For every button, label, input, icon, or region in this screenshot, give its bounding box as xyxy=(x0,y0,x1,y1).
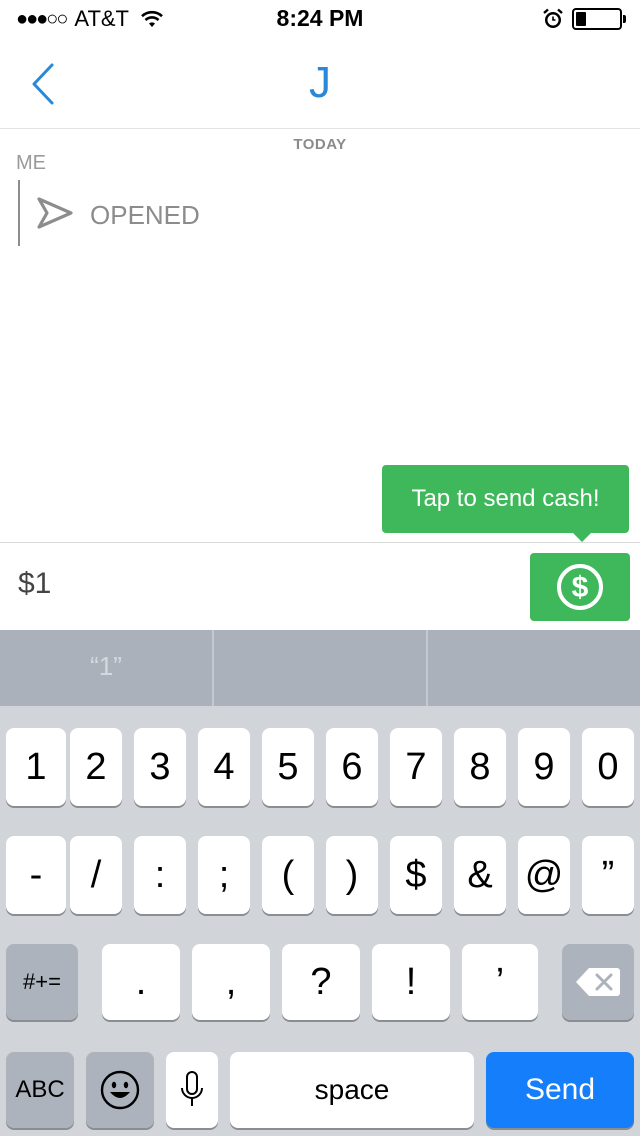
date-divider: TODAY xyxy=(293,136,347,153)
key-ampersand[interactable]: & xyxy=(454,836,506,914)
key-6[interactable]: 6 xyxy=(326,728,378,806)
dictation-key[interactable] xyxy=(166,1052,218,1128)
dollar-circle-icon: $ xyxy=(557,564,603,610)
key-exclamation[interactable]: ! xyxy=(372,944,450,1020)
key-3[interactable]: 3 xyxy=(134,728,186,806)
send-cash-button[interactable]: $ xyxy=(530,553,630,621)
key-1[interactable]: 1 xyxy=(6,728,66,806)
delete-key[interactable] xyxy=(562,944,634,1020)
status-bar: ●●●○○ AT&T 8:24 PM xyxy=(0,0,640,40)
sender-label: ME xyxy=(16,152,46,174)
key-close-paren[interactable]: ) xyxy=(326,836,378,914)
key-colon[interactable]: : xyxy=(134,836,186,914)
backspace-icon xyxy=(576,968,620,996)
conversation-title[interactable]: J xyxy=(0,58,640,108)
suggestion-bar: “1” xyxy=(0,630,640,706)
key-apostrophe[interactable]: ’ xyxy=(462,944,538,1020)
key-dollar[interactable]: $ xyxy=(390,836,442,914)
key-5[interactable]: 5 xyxy=(262,728,314,806)
key-comma[interactable]: , xyxy=(192,944,270,1020)
key-question[interactable]: ? xyxy=(282,944,360,1020)
keys-area: 1 2 3 4 5 6 7 8 9 0 - / : ; ( ) $ & @ ” … xyxy=(0,706,640,1136)
suggestion-1[interactable]: “1” xyxy=(0,630,212,706)
key-2[interactable]: 2 xyxy=(70,728,122,806)
keyboard: “1” 1 2 3 4 5 6 7 8 9 0 - / : ; ( ) $ & … xyxy=(0,630,640,1136)
message-indicator-bar xyxy=(18,180,20,246)
key-4[interactable]: 4 xyxy=(198,728,250,806)
key-slash[interactable]: / xyxy=(70,836,122,914)
suggestion-3[interactable] xyxy=(428,630,640,706)
status-right xyxy=(542,8,626,30)
nav-header: J xyxy=(0,40,640,129)
key-semicolon[interactable]: ; xyxy=(198,836,250,914)
symbols-switch-key[interactable]: #+= xyxy=(6,944,78,1020)
message-status: OPENED xyxy=(90,200,200,230)
key-at[interactable]: @ xyxy=(518,836,570,914)
emoji-icon xyxy=(100,1070,140,1110)
emoji-key[interactable] xyxy=(86,1052,154,1128)
key-quote[interactable]: ” xyxy=(582,836,634,914)
key-9[interactable]: 9 xyxy=(518,728,570,806)
abc-key[interactable]: ABC xyxy=(6,1052,74,1128)
send-cash-tooltip[interactable]: Tap to send cash! xyxy=(382,465,629,542)
key-8[interactable]: 8 xyxy=(454,728,506,806)
send-key[interactable]: Send xyxy=(486,1052,634,1128)
compose-bar: $ xyxy=(0,542,640,631)
suggestion-2[interactable] xyxy=(214,630,426,706)
key-period[interactable]: . xyxy=(102,944,180,1020)
key-dash[interactable]: - xyxy=(6,836,66,914)
sent-arrow-icon xyxy=(36,196,74,235)
microphone-icon xyxy=(181,1071,203,1106)
alarm-icon xyxy=(543,8,563,28)
message-input[interactable] xyxy=(18,567,498,601)
svg-text:$: $ xyxy=(572,571,589,604)
key-0[interactable]: 0 xyxy=(582,728,634,806)
battery-icon xyxy=(572,8,626,30)
key-open-paren[interactable]: ( xyxy=(262,836,314,914)
key-7[interactable]: 7 xyxy=(390,728,442,806)
space-key[interactable]: space xyxy=(230,1052,474,1128)
